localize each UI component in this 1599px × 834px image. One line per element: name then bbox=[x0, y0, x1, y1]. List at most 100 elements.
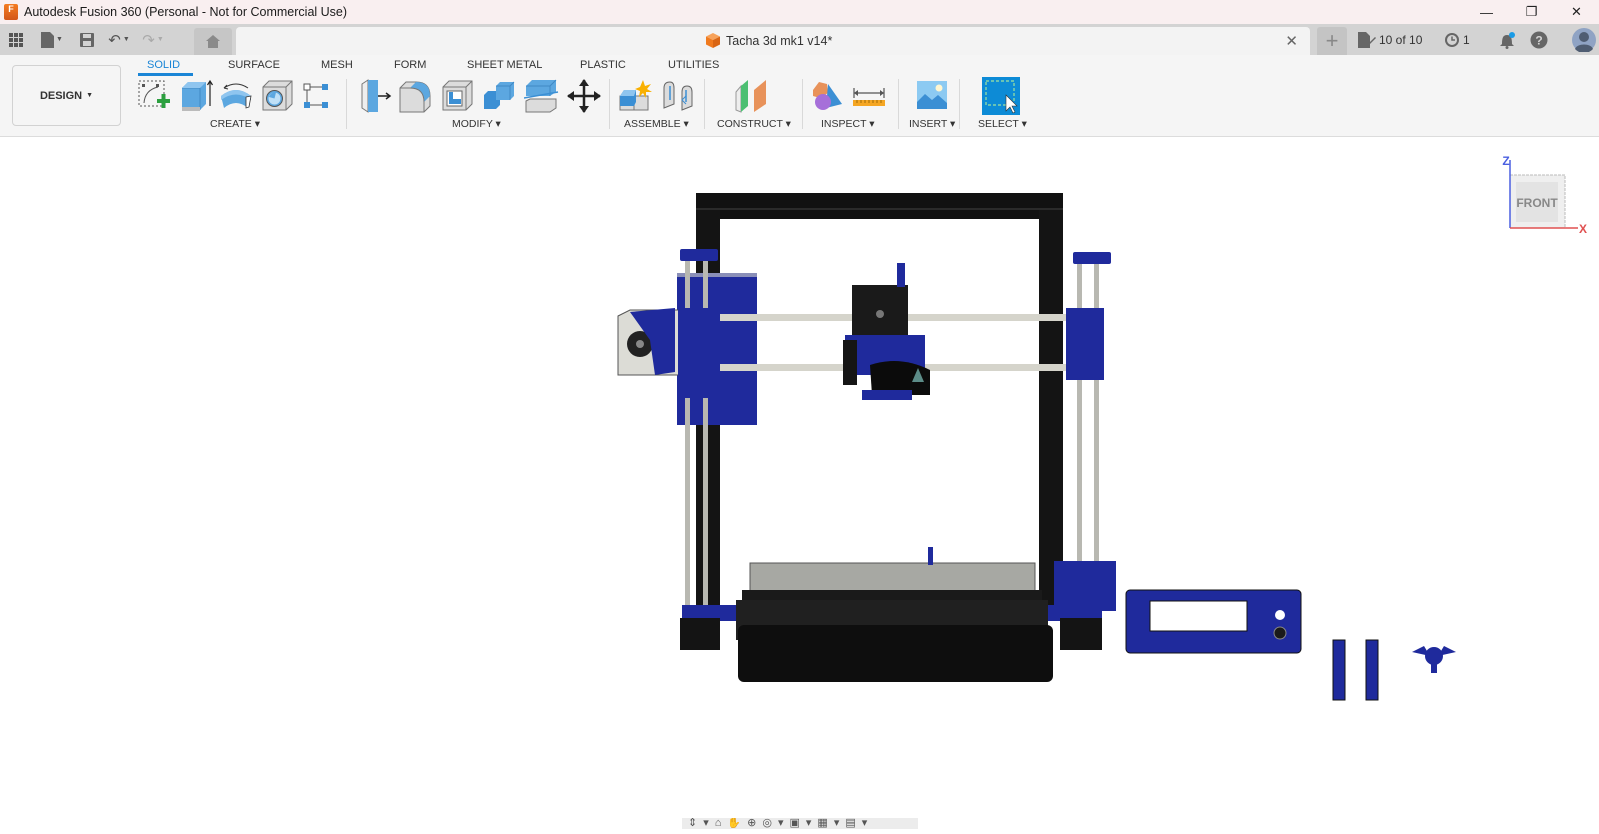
document-tab[interactable]: Tacha 3d mk1 v14* ✕ bbox=[236, 27, 1310, 55]
display-settings-icon[interactable]: ▣ bbox=[789, 818, 799, 829]
tab-utilities[interactable]: UTILITIES bbox=[668, 59, 719, 71]
tab-solid[interactable]: SOLID bbox=[147, 59, 180, 71]
close-window-button[interactable]: ✕ bbox=[1554, 0, 1599, 24]
svg-text:?: ? bbox=[1535, 33, 1542, 47]
active-tab-indicator bbox=[138, 73, 193, 76]
fusion-logo-icon: F bbox=[4, 4, 18, 20]
group-divider bbox=[609, 79, 610, 129]
maximize-button[interactable]: ❐ bbox=[1509, 0, 1554, 24]
select-menu[interactable]: SELECT ▾ bbox=[978, 118, 1027, 130]
assemble-menu[interactable]: ASSEMBLE ▾ bbox=[624, 118, 689, 130]
fillet-button[interactable] bbox=[398, 78, 434, 114]
save-icon bbox=[80, 32, 94, 47]
window-controls: — ❐ ✕ bbox=[1464, 0, 1599, 24]
3d-viewport[interactable]: FRONT Z X bbox=[0, 138, 1599, 829]
help-button[interactable]: ? bbox=[1530, 31, 1568, 49]
tab-mesh[interactable]: MESH bbox=[321, 59, 353, 71]
redo-icon: ↷ bbox=[142, 31, 155, 49]
insert-menu[interactable]: INSERT ▾ bbox=[909, 118, 955, 130]
measure-button[interactable] bbox=[852, 78, 888, 114]
joint-button[interactable] bbox=[660, 78, 696, 114]
application-bar: ▼ ↶ ▼ ↷ ▼ Tacha 3d mk1 v14* ✕ + 10 of 10… bbox=[0, 24, 1599, 55]
section-analysis-button[interactable] bbox=[810, 78, 846, 114]
viewports-icon[interactable]: ▤ bbox=[845, 818, 855, 829]
modify-menu[interactable]: MODIFY ▾ bbox=[452, 118, 501, 130]
tab-form[interactable]: FORM bbox=[394, 59, 426, 71]
caret-down-icon[interactable]: ▾ bbox=[834, 818, 840, 829]
fillet-icon bbox=[399, 81, 431, 113]
revolve-button[interactable] bbox=[218, 78, 254, 114]
inspect-menu[interactable]: INSPECT ▾ bbox=[821, 118, 875, 130]
workspace-switcher[interactable]: DESIGN ▼ bbox=[12, 65, 121, 126]
save-button[interactable] bbox=[72, 24, 102, 55]
pattern-button[interactable] bbox=[302, 78, 338, 114]
new-tab-button[interactable]: + bbox=[1317, 27, 1347, 55]
orbit-icon[interactable]: ⇕ bbox=[688, 818, 697, 829]
version-history-button[interactable]: 10 of 10 bbox=[1358, 31, 1438, 48]
group-divider bbox=[802, 79, 803, 129]
home-button[interactable] bbox=[194, 28, 232, 55]
minimize-button[interactable]: — bbox=[1464, 0, 1509, 24]
group-divider bbox=[704, 79, 705, 129]
caret-down-icon[interactable]: ▾ bbox=[778, 818, 784, 829]
z-axis-label: Z bbox=[1502, 155, 1509, 168]
group-divider bbox=[959, 79, 960, 129]
shell-button[interactable] bbox=[440, 78, 476, 114]
file-menu-button[interactable]: ▼ bbox=[32, 24, 72, 55]
bell-icon bbox=[1500, 31, 1515, 49]
clock-icon bbox=[1445, 32, 1459, 47]
viewcube[interactable]: FRONT Z X bbox=[1490, 154, 1590, 245]
press-pull-button[interactable] bbox=[360, 78, 396, 114]
user-avatar[interactable] bbox=[1572, 27, 1599, 52]
grid-icon bbox=[9, 32, 23, 47]
tab-surface[interactable]: SURFACE bbox=[228, 59, 280, 71]
insert-image-button[interactable] bbox=[914, 78, 950, 114]
notifications-button[interactable] bbox=[1498, 31, 1530, 49]
lcd-screen bbox=[1149, 600, 1248, 632]
undo-icon: ↶ bbox=[108, 31, 121, 49]
combine-button[interactable] bbox=[482, 78, 518, 114]
zoom-icon[interactable]: ⊕ bbox=[747, 818, 756, 829]
press-pull-icon bbox=[361, 79, 392, 113]
frame-top-extrusion bbox=[696, 193, 1063, 219]
redo-button[interactable]: ↷ ▼ bbox=[136, 24, 170, 55]
spare-part-2 bbox=[1365, 639, 1379, 701]
caret-down-icon[interactable]: ▾ bbox=[703, 818, 709, 829]
pan-icon[interactable]: ✋ bbox=[727, 818, 741, 829]
hole-button[interactable] bbox=[260, 78, 296, 114]
create-sketch-button[interactable] bbox=[136, 78, 172, 114]
split-body-button[interactable] bbox=[523, 78, 560, 114]
construct-menu[interactable]: CONSTRUCT ▾ bbox=[717, 118, 791, 130]
tab-sheet-metal[interactable]: SHEET METAL bbox=[467, 59, 542, 71]
thumb-screw bbox=[1412, 646, 1456, 673]
caret-down-icon: ▼ bbox=[156, 36, 164, 43]
create-menu[interactable]: CREATE ▾ bbox=[210, 118, 260, 130]
printer-model[interactable] bbox=[0, 138, 1599, 829]
job-status-button[interactable]: 1 bbox=[1444, 32, 1498, 48]
undo-button[interactable]: ↶ ▼ bbox=[102, 24, 136, 55]
offset-plane-button[interactable] bbox=[734, 78, 770, 114]
extrude-button[interactable] bbox=[180, 78, 216, 114]
window-titlebar: F Autodesk Fusion 360 (Personal - Not fo… bbox=[0, 0, 1599, 24]
file-edit-icon bbox=[1358, 31, 1376, 48]
measure-ruler-icon bbox=[853, 88, 885, 106]
avatar-icon bbox=[1572, 27, 1596, 52]
caret-down-icon[interactable]: ▾ bbox=[806, 818, 812, 829]
extrude-icon bbox=[182, 79, 214, 111]
job-count: 1 bbox=[1463, 32, 1470, 47]
data-panel-button[interactable] bbox=[0, 24, 32, 55]
select-button[interactable] bbox=[982, 77, 1020, 115]
viewcube-graphic: FRONT Z X bbox=[1502, 154, 1587, 236]
grid-settings-icon[interactable]: ▦ bbox=[817, 818, 827, 829]
caret-down-icon: ▼ bbox=[86, 92, 94, 99]
fit-icon[interactable]: ◎ bbox=[762, 818, 772, 829]
tab-plastic[interactable]: PLASTIC bbox=[580, 59, 626, 71]
new-component-button[interactable] bbox=[618, 78, 654, 114]
caret-down-icon[interactable]: ▾ bbox=[862, 818, 868, 829]
viewcube-face-label: FRONT bbox=[1516, 196, 1558, 210]
navigation-bar: ⇕ ▾ ⌂ ✋ ⊕ ◎ ▾ ▣ ▾ ▦ ▾ ▤ ▾ bbox=[682, 818, 918, 829]
construct-plane-icon bbox=[735, 80, 766, 113]
move-copy-button[interactable] bbox=[566, 78, 602, 114]
look-at-icon[interactable]: ⌂ bbox=[715, 818, 722, 829]
close-tab-button[interactable]: ✕ bbox=[1285, 32, 1298, 50]
